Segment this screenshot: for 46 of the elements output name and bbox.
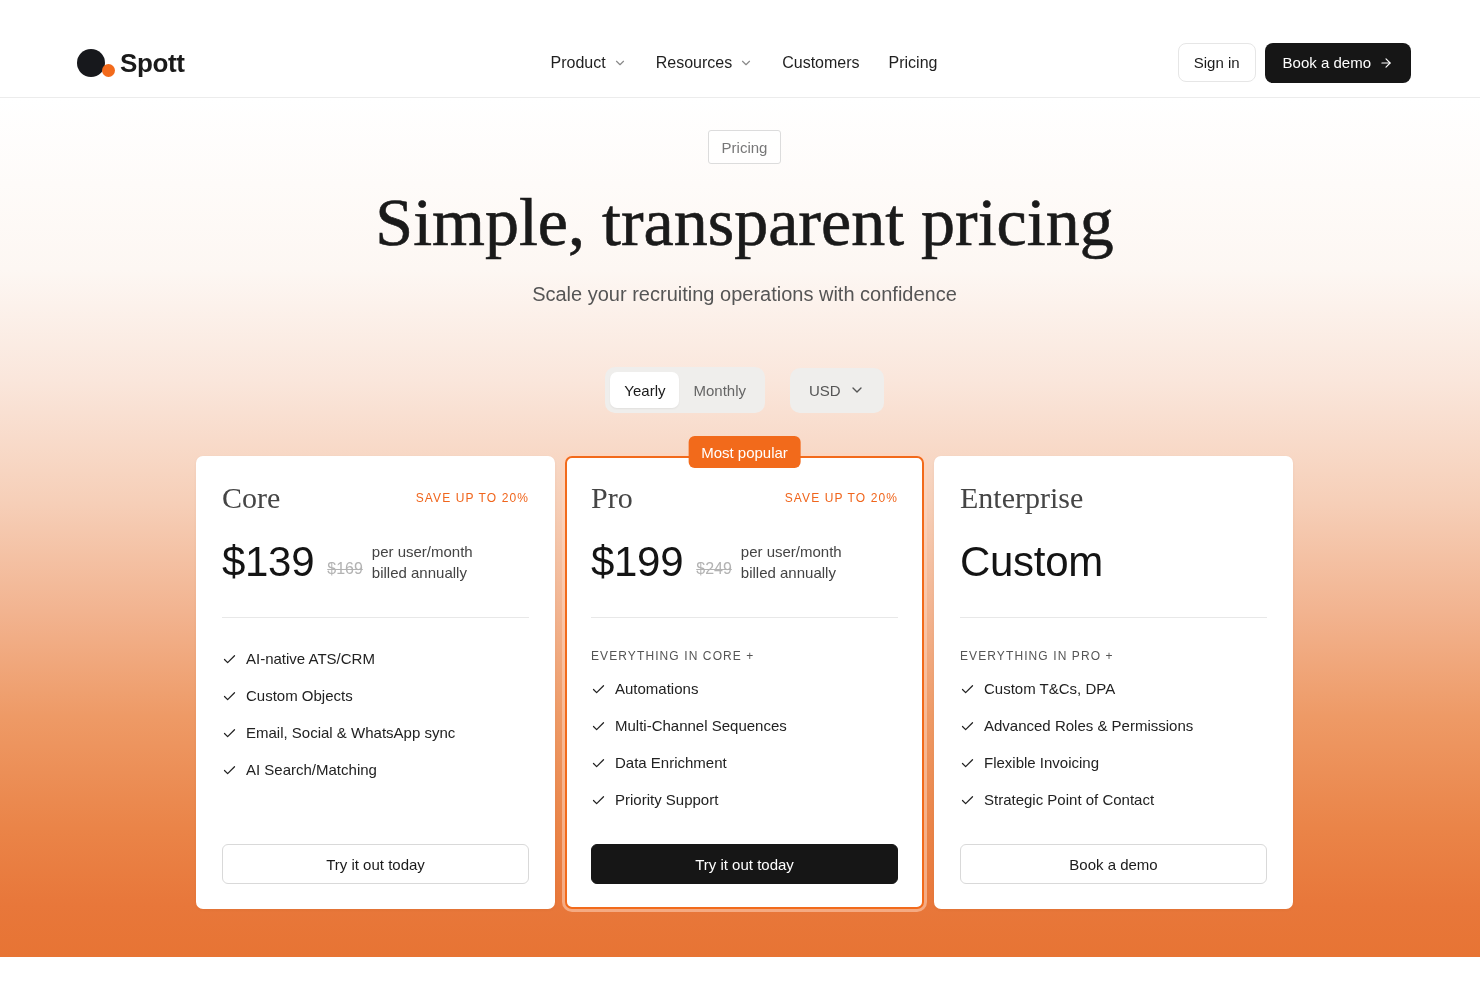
book-demo-button[interactable]: Book a demo [1264, 42, 1411, 83]
currency-select[interactable]: USD [790, 367, 884, 413]
plan-name: Pro [591, 480, 633, 516]
billing-option[interactable]: Monthly [679, 372, 760, 408]
features-heading: EVERYTHING IN PRO + [960, 648, 1115, 664]
plan-name: Core [222, 480, 281, 516]
popular-badge: Most popular [688, 436, 801, 468]
billing-option[interactable]: Yearly [610, 372, 680, 408]
feature-text: Multi-Channel Sequences [615, 716, 787, 736]
feature-text: Flexible Invoicing [984, 753, 1100, 773]
feature-text: Strategic Point of Contact [984, 790, 1155, 810]
plan-price: $199 [591, 538, 684, 586]
billing-note: billed annually [740, 563, 837, 583]
plan-price: Custom [960, 538, 1103, 586]
nav-link[interactable]: Pricing [888, 51, 938, 74]
feature-text: AI-native ATS/CRM [246, 649, 375, 669]
logo-icon [77, 48, 115, 77]
nav-link[interactable]: Product [550, 51, 627, 74]
nav-link[interactable]: Resources [655, 51, 754, 74]
feature-text: AI Search/Matching [246, 760, 377, 780]
price-unit: per user/month [371, 542, 473, 562]
page-title: Simple, transparent pricing [375, 185, 1114, 260]
plan-price: $139 [222, 538, 315, 586]
original-price: $169 [327, 559, 363, 579]
discount-label: SAVE UP TO 20% [415, 491, 529, 505]
features-heading: EVERYTHING IN CORE + [591, 648, 756, 664]
feature-text: Advanced Roles & Permissions [984, 716, 1194, 736]
feature-text: Custom Objects [246, 686, 353, 706]
price-unit: per user/month [740, 542, 842, 562]
sign-in-button[interactable]: Sign in [1177, 43, 1256, 82]
original-price: $249 [696, 559, 732, 579]
nav-link[interactable]: Customers [782, 51, 860, 74]
cta-button[interactable]: Book a demo [960, 844, 1267, 884]
discount-label: SAVE UP TO 20% [784, 491, 898, 505]
feature-text: Data Enrichment [615, 753, 727, 773]
cta-button[interactable]: Try it out today [591, 844, 898, 884]
page-subtitle: Scale your recruiting operations with confidence [532, 282, 957, 307]
feature-text: Automations [615, 679, 699, 699]
section-badge: Pricing [707, 130, 782, 164]
billing-note: billed annually [371, 563, 468, 583]
plan-name: Enterprise [960, 480, 1084, 516]
logo-text: Spott [120, 47, 185, 78]
feature-text: Priority Support [615, 790, 719, 810]
feature-text: Custom T&Cs, DPA [984, 679, 1116, 699]
cta-button[interactable]: Try it out today [222, 844, 529, 884]
feature-text: Email, Social & WhatsApp sync [246, 723, 456, 743]
